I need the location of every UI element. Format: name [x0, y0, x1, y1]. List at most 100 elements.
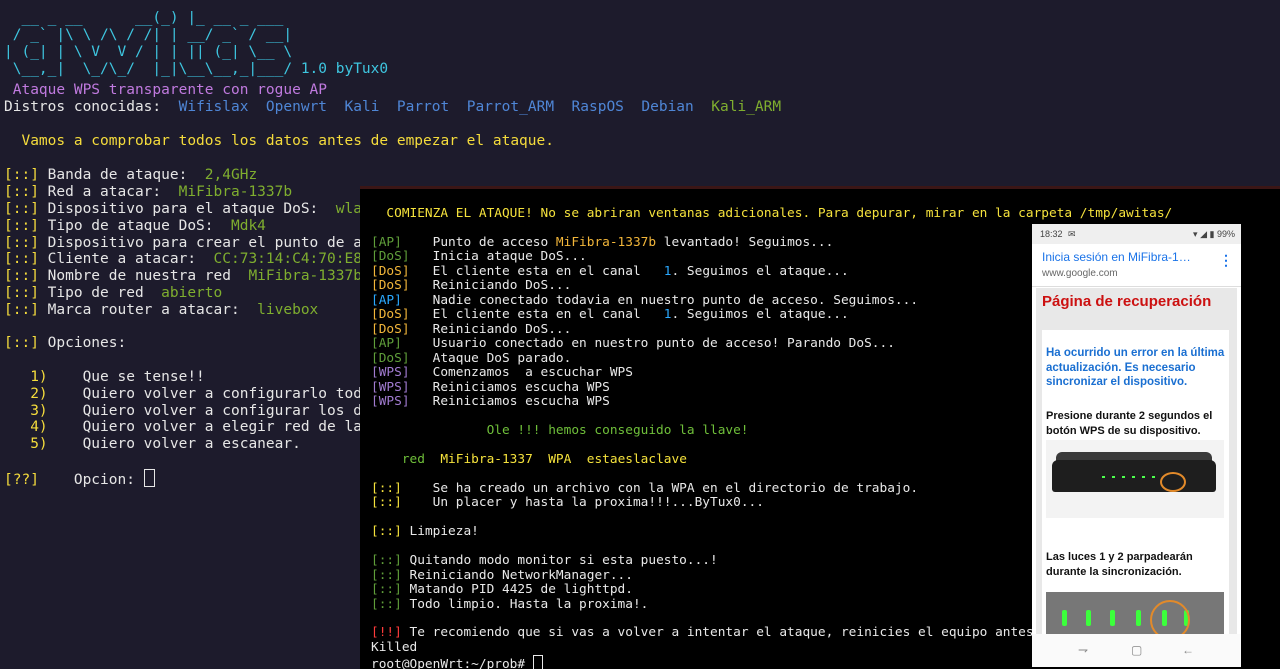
router-image: [1046, 440, 1224, 518]
info-label: Cliente a atacar:: [38, 251, 214, 267]
shell-prompt-row[interactable]: root@OpenWrt:~/prob#: [371, 655, 543, 669]
subtitle: Ataque WPS transparente con rogue AP: [4, 82, 328, 98]
log-tag: [AP]: [371, 235, 402, 250]
info-row: [::] Nombre de nuestra red MiFibra-1337b: [4, 268, 362, 285]
log-tag: [AP]: [371, 293, 402, 308]
info-label: Dispositivo para crear el punto de a: [38, 235, 362, 251]
router-led: [1122, 476, 1125, 478]
log-highlight: 1: [663, 307, 672, 322]
signal-icon: ◢: [1200, 229, 1207, 239]
back-icon: ←: [1182, 643, 1194, 657]
info-prefix: [::]: [4, 268, 39, 284]
distros-row: Distros conocidas: Wifislax Openwrt Kali…: [4, 99, 781, 116]
result-security: WPA: [532, 452, 572, 467]
line-prefix: [::]: [371, 553, 402, 568]
router-led: [1142, 476, 1145, 478]
page-domain: www.google.com: [1042, 268, 1118, 279]
info-value: Mdk4: [230, 218, 266, 234]
warning-tag: [!!]: [371, 625, 402, 640]
info-label: Dispositivo para el ataque DoS:: [38, 201, 336, 217]
option-text: Quiero volver a configurar los da: [47, 403, 371, 419]
info-value: abierto: [161, 285, 223, 301]
info-prefix: [::]: [4, 302, 39, 318]
info-row: [::] Tipo de ataque DoS: Mdk4: [4, 218, 266, 235]
battery-level: 99%: [1216, 229, 1235, 239]
info-prefix: [::]: [4, 201, 39, 217]
log-line: [DoS] El cliente esta en el canal 1. Seg…: [371, 307, 849, 322]
battery-icon: ▮: [1209, 229, 1215, 239]
log-text: Ataque DoS parado.: [409, 351, 572, 366]
option-number: 3): [4, 403, 48, 419]
info-row: [::] Cliente a atacar: CC:73:14:C4:70:E8: [4, 251, 362, 268]
line-prefix: [::]: [371, 568, 402, 583]
info-value: MiFibra-1337b: [248, 268, 362, 284]
info-label: Marca router a atacar:: [38, 302, 258, 318]
wifi-icon: ▾: [1193, 229, 1198, 239]
recent-apps-icon: ⇁: [1078, 643, 1089, 657]
option-item: 4) Quiero volver a elegir red de las: [4, 419, 370, 436]
log-tag: [DoS]: [371, 264, 410, 279]
result-label: red: [371, 452, 425, 467]
option-item: 5) Quiero volver a escanear.: [4, 436, 301, 453]
info-row: [::] Dispositivo para crear el punto de …: [4, 235, 362, 252]
panel-led: [1110, 610, 1115, 626]
info-value: 2,4GHz: [204, 167, 258, 183]
page-heading: Página de recuperación: [1042, 293, 1212, 310]
cleanup-step-text: Reiniciando NetworkManager...: [401, 568, 633, 583]
distro-kali: Kali: [344, 99, 380, 115]
option-number: 2): [4, 386, 48, 402]
cleanup-step-text: Todo limpio. Hasta la proxima!.: [401, 597, 649, 612]
killed-message: Killed: [371, 640, 418, 655]
panel-led: [1062, 610, 1067, 626]
info-value: MiFibra-1337b: [178, 184, 293, 200]
info-prefix: [::]: [4, 235, 39, 251]
log-text: Usuario conectado en nuestro punto de ac…: [401, 336, 895, 351]
log-tag: [DoS]: [371, 249, 410, 264]
home-icon: ▢: [1131, 643, 1143, 657]
option-prompt-row[interactable]: [??] Opcion:: [4, 469, 155, 489]
options-prefix: [::]: [4, 335, 39, 351]
check-message: Vamos a comprobar todos los datos antes …: [4, 133, 554, 149]
log-text: El cliente esta en el canal: [409, 264, 664, 279]
router-led: [1112, 476, 1115, 478]
log-tag: [WPS]: [371, 365, 410, 380]
cleanup-step-text: Matando PID 4425 de lighttpd.: [401, 582, 633, 597]
result-ssid: MiFibra-1337: [424, 452, 533, 467]
line-prefix: [::]: [371, 524, 402, 539]
info-prefix: [::]: [4, 218, 39, 234]
cleanup-step: [::] Todo limpio. Hasta la proxima!.: [371, 597, 649, 612]
option-item: 3) Quiero volver a configurar los da: [4, 403, 371, 420]
shell-cursor[interactable]: [532, 655, 543, 669]
farewell-message: Un placer y hasta la proxima!!!...ByTux0…: [401, 495, 764, 510]
file-message: Se ha creado un archivo con la WPA en el…: [401, 481, 919, 496]
log-text: Reiniciamos escucha WPS: [409, 380, 610, 395]
option-number: 4): [4, 419, 48, 435]
log-tag: [DoS]: [371, 322, 410, 337]
cleanup-step: [::] Quitando modo monitor si esta puest…: [371, 553, 718, 568]
log-line: [DoS] Inicia ataque DoS...: [371, 249, 587, 264]
log-line: [DoS] Reiniciando DoS...: [371, 278, 571, 293]
attack-header: COMIENZA EL ATAQUE! No se abriran ventan…: [371, 206, 1173, 221]
log-highlight: MiFibra-1337b: [555, 235, 657, 250]
log-line: [AP] Usuario conectado en nuestro punto …: [371, 336, 895, 351]
log-tag: [DoS]: [371, 351, 410, 366]
prompt-label: Opcion:: [38, 472, 144, 488]
line-prefix: [::]: [371, 495, 402, 510]
cleanup-title-line: [::] Limpieza!: [371, 524, 479, 539]
text-cursor[interactable]: [143, 469, 155, 487]
options-title: Opciones:: [38, 335, 127, 351]
info-row: [::] Dispositivo para el ataque DoS: wla: [4, 201, 362, 218]
warning-message: Te recomiendo que si vas a volver a inte…: [401, 625, 1080, 640]
line-prefix: [::]: [371, 597, 402, 612]
browser-title-bar: Inicia sesión en MiFibra-1… www.google.c…: [1032, 244, 1241, 287]
distro-wifislax: Wifislax: [178, 99, 249, 115]
option-text: Que se tense!!: [47, 369, 205, 385]
log-tag: [DoS]: [371, 278, 410, 293]
phone-time: 18:32: [1040, 229, 1063, 239]
info-value: livebox: [257, 302, 319, 318]
banner-line-4-row: \__,_| \_/\_/ |_|\__\__,_|___/ 1.0 byTux…: [4, 61, 388, 78]
distros-label: Distros conocidas:: [4, 99, 162, 115]
option-text: Quiero volver a configurarlo todo: [47, 386, 371, 402]
wps-button-highlight: [1160, 472, 1186, 492]
distro-kali-arm: Kali_ARM: [711, 99, 782, 115]
